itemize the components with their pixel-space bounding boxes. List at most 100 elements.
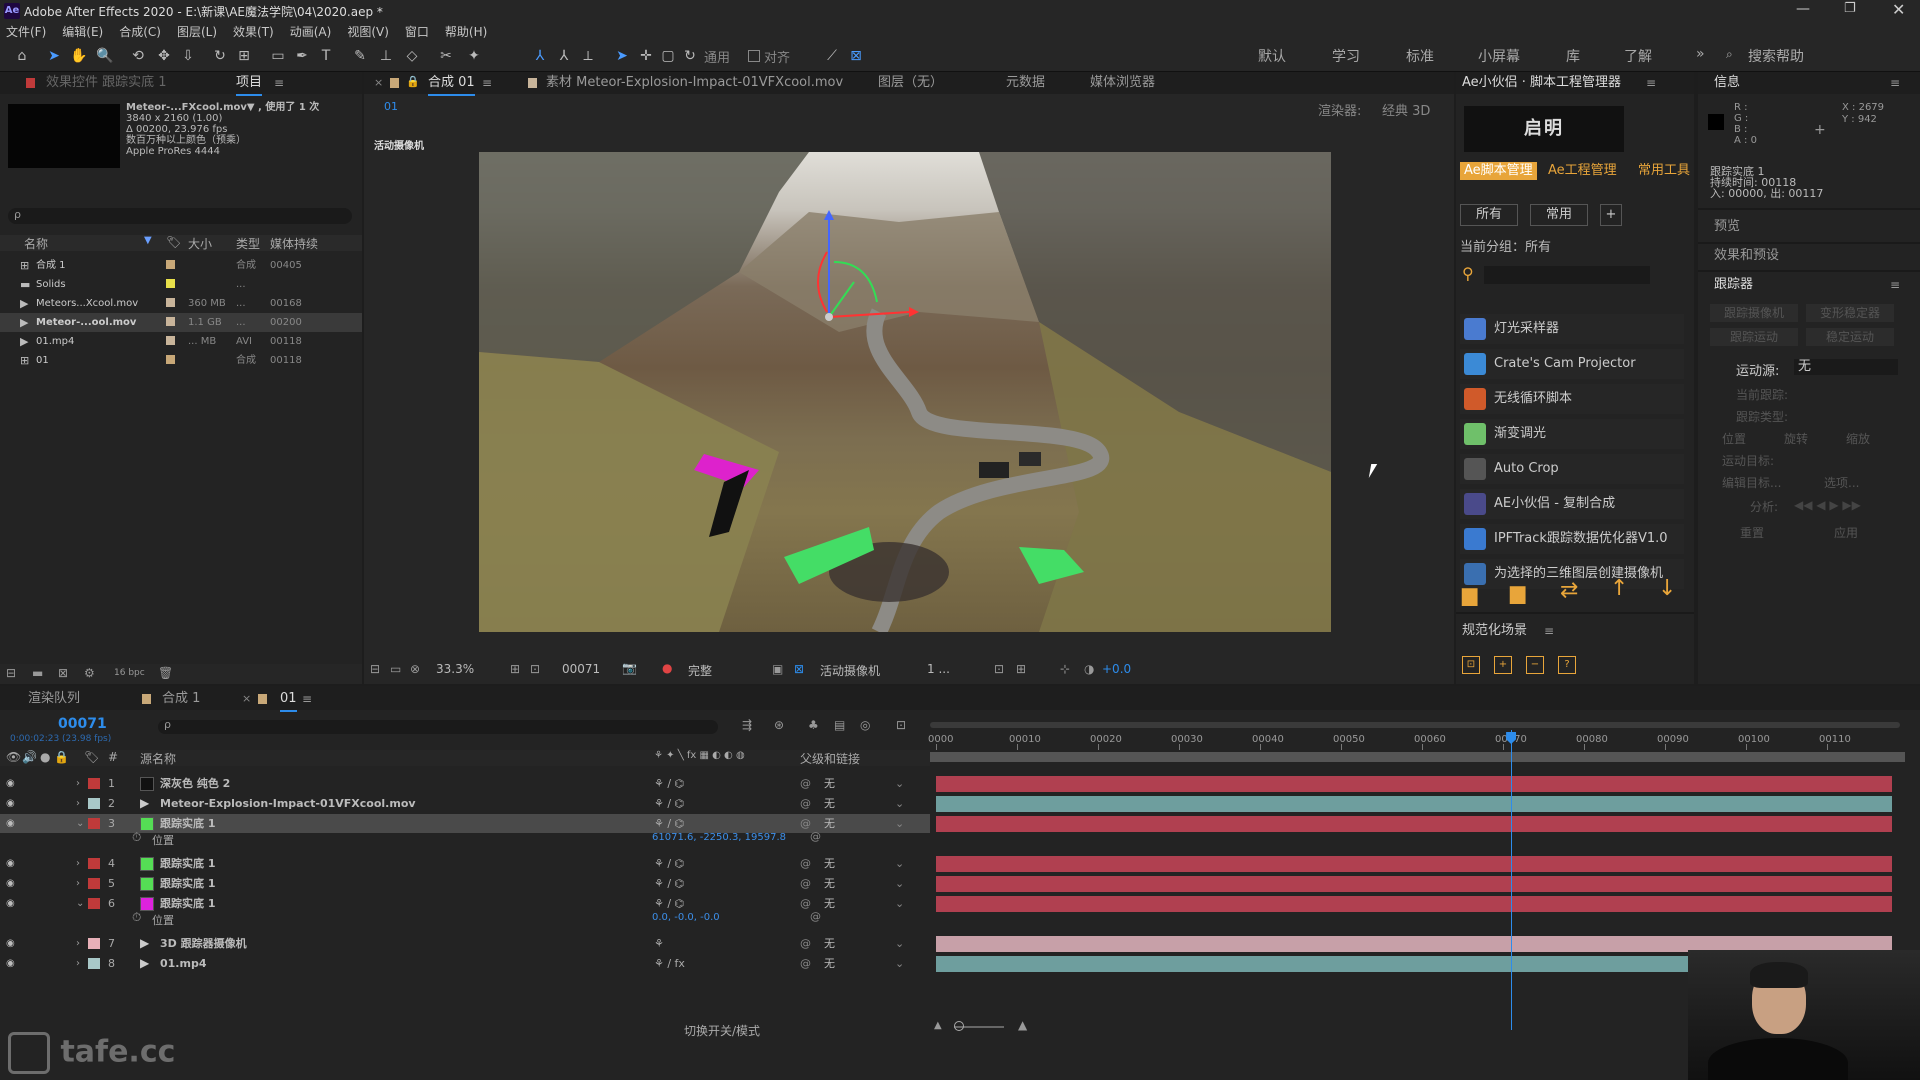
grid-icon[interactable]: ⊞ (510, 662, 520, 676)
zoom-slider-knob[interactable] (954, 1021, 964, 1031)
current-time[interactable]: 00071 (58, 716, 107, 732)
axis-view-icon[interactable]: ⟂ (580, 48, 596, 64)
edit-target-button[interactable]: 编辑目标... (1722, 474, 1781, 491)
views-dropdown[interactable]: 1 ... (927, 662, 950, 676)
menu-animation[interactable]: 动画(A) (282, 22, 340, 43)
close-tab-icon[interactable]: × (374, 76, 383, 89)
current-frame[interactable]: 00071 (562, 662, 600, 676)
bbox-3d-icon[interactable]: ▢ (660, 48, 676, 64)
label-color-swatch[interactable] (88, 818, 100, 829)
layer-switches[interactable]: ⚘ ∕ ⌬ (654, 814, 684, 833)
filter-all-button[interactable]: 所有 (1460, 204, 1518, 226)
camera-dropdown[interactable]: 活动摄像机 (820, 662, 880, 679)
plugin-item[interactable]: 渐变调光 (1460, 419, 1684, 449)
script-tab-scripts[interactable]: Ae脚本管理 (1460, 162, 1537, 180)
parent-pickwhip-icon[interactable]: @ (800, 774, 811, 793)
label-color-swatch[interactable] (88, 898, 100, 909)
workspace-small[interactable]: 小屏幕 (1478, 46, 1520, 66)
label-col-icon[interactable]: 🏷 (84, 750, 99, 764)
project-item[interactable]: ▬ Solids... (0, 275, 362, 294)
project-item[interactable]: ▶ Meteors...Xcool.mov 360 MB... 00168 (0, 294, 362, 313)
parent-pickwhip-icon[interactable]: @ (800, 954, 811, 973)
track-camera-button[interactable]: 跟踪摄像机 (1710, 304, 1798, 322)
eraser-tool-icon[interactable]: ◇ (404, 48, 420, 64)
layer-search-input[interactable]: ρ (158, 718, 718, 734)
toggle-switches-modes[interactable]: 切换开关/模式 (684, 1022, 760, 1039)
col-name[interactable]: 名称 (24, 235, 48, 252)
folder-icon[interactable]: ▆ (1462, 582, 1477, 606)
plugin-item[interactable]: AE小伙侣 - 复制合成 (1460, 489, 1684, 519)
reset-button[interactable]: 重置 (1740, 524, 1764, 541)
label-color-swatch[interactable] (88, 958, 100, 969)
prop-position-value-6[interactable]: 0.0, -0.0, -0.0 (652, 912, 720, 923)
selection-tool-icon[interactable]: ➤ (46, 48, 62, 64)
section-menu-icon[interactable]: ≡ (1544, 624, 1554, 638)
expand-twirl-icon[interactable]: ⌄ (76, 814, 84, 833)
apply-button[interactable]: 应用 (1834, 524, 1858, 541)
channel-icon[interactable]: ● (662, 661, 672, 675)
panel-menu-icon[interactable]: ≡ (1646, 76, 1656, 90)
track-motion-button[interactable]: 跟踪运动 (1710, 328, 1798, 346)
new-folder-icon[interactable]: ▆ (1510, 580, 1525, 604)
label-color-swatch[interactable] (88, 938, 100, 949)
layer-row[interactable]: ◉ › 7 ▶ 3D 跟踪器摄像机 ⚘ @ 无 ⌄ (0, 934, 930, 953)
rotate-3d-icon[interactable]: ↻ (682, 48, 698, 64)
layer-switches[interactable]: ⚘ ∕ ⌬ (654, 874, 684, 893)
parent-pickwhip-icon[interactable]: @ (800, 854, 811, 873)
filter-common-button[interactable]: 常用 (1530, 204, 1588, 226)
parent-select[interactable]: 无 (824, 774, 835, 793)
scene-tool-1-icon[interactable]: ⊡ (1462, 656, 1480, 674)
layer-name[interactable]: 跟踪实底 1 (160, 874, 215, 893)
snap-label[interactable]: 通用 (704, 47, 730, 66)
anchor-tool-icon[interactable]: ⊞ (236, 48, 252, 64)
scene-help-icon[interactable]: ? (1558, 656, 1576, 674)
menu-view[interactable]: 视图(V) (339, 22, 397, 43)
source-name-col[interactable]: 源名称 (140, 750, 176, 767)
chevron-down-icon[interactable]: ⌄ (895, 774, 904, 793)
snapshot-icon[interactable]: 📷 (622, 661, 637, 675)
plugin-item[interactable]: Crate's Cam Projector (1460, 349, 1684, 379)
zoom-out-icon[interactable]: ▲ (934, 1020, 942, 1031)
layer-duration-bar[interactable] (936, 856, 1892, 872)
workspace-learn[interactable]: 学习 (1332, 46, 1360, 66)
chevron-down-icon[interactable]: ⌄ (895, 874, 904, 893)
label-color-swatch[interactable] (88, 778, 100, 789)
refresh-icon[interactable]: ⇄ (1560, 578, 1578, 603)
scene-tool-3-icon[interactable]: − (1526, 656, 1544, 674)
menu-composition[interactable]: 合成(C) (111, 22, 169, 43)
workspace-standard[interactable]: 标准 (1406, 46, 1434, 66)
col-type[interactable]: 类型 (236, 235, 260, 252)
layer-name[interactable]: 跟踪实底 1 (160, 894, 215, 913)
rotation-checkbox[interactable]: 旋转 (1784, 430, 1808, 447)
chevron-down-icon[interactable]: ⌄ (895, 954, 904, 973)
info-title[interactable]: 信息 (1714, 72, 1740, 94)
layer-name[interactable]: Meteor-Explosion-Impact-01VFXcool.mov (160, 794, 416, 813)
script-tab-projects[interactable]: Ae工程管理 (1548, 162, 1617, 180)
rectangle-tool-icon[interactable]: ▭ (270, 48, 286, 64)
layer-duration-bar[interactable] (936, 896, 1892, 912)
layer-switches[interactable]: ⚘ ∕ ⌬ (654, 774, 684, 793)
fast-preview-icon[interactable]: ⊡ (994, 662, 1004, 676)
layer-switches[interactable]: ⚘ ∕ ⌬ (654, 854, 684, 873)
pointer-3d-icon[interactable]: ➤ (614, 48, 630, 64)
video-toggle-icon[interactable]: 👁 (6, 750, 21, 764)
timeline-icon[interactable]: ⊞ (1016, 662, 1026, 676)
region-icon[interactable]: ⊡ (530, 662, 540, 676)
visibility-eye-icon[interactable]: ◉ (6, 894, 15, 913)
rotate-tool-icon[interactable]: ↻ (212, 48, 228, 64)
add-group-button[interactable]: + (1600, 204, 1622, 226)
tab-project[interactable]: 项目 (236, 72, 263, 96)
zoom-in-icon[interactable]: ▲ (1018, 1018, 1027, 1032)
visibility-eye-icon[interactable]: ◉ (6, 794, 15, 813)
snap-grid-icon[interactable]: ⊠ (848, 48, 864, 64)
more-workspaces-icon[interactable]: » (1696, 46, 1705, 62)
playhead[interactable] (1511, 730, 1513, 1030)
always-preview-icon[interactable]: ⊟ (370, 662, 380, 676)
orbit-camera-icon[interactable]: ⟲ (130, 48, 146, 64)
plugin-item[interactable]: 无线循环脚本 (1460, 384, 1684, 414)
menu-effect[interactable]: 效果(T) (225, 22, 282, 43)
menu-window[interactable]: 窗口 (397, 22, 437, 43)
text-tool-icon[interactable]: T (318, 48, 334, 64)
scale-checkbox[interactable]: 缩放 (1846, 430, 1870, 447)
parent-select[interactable]: 无 (824, 934, 835, 953)
